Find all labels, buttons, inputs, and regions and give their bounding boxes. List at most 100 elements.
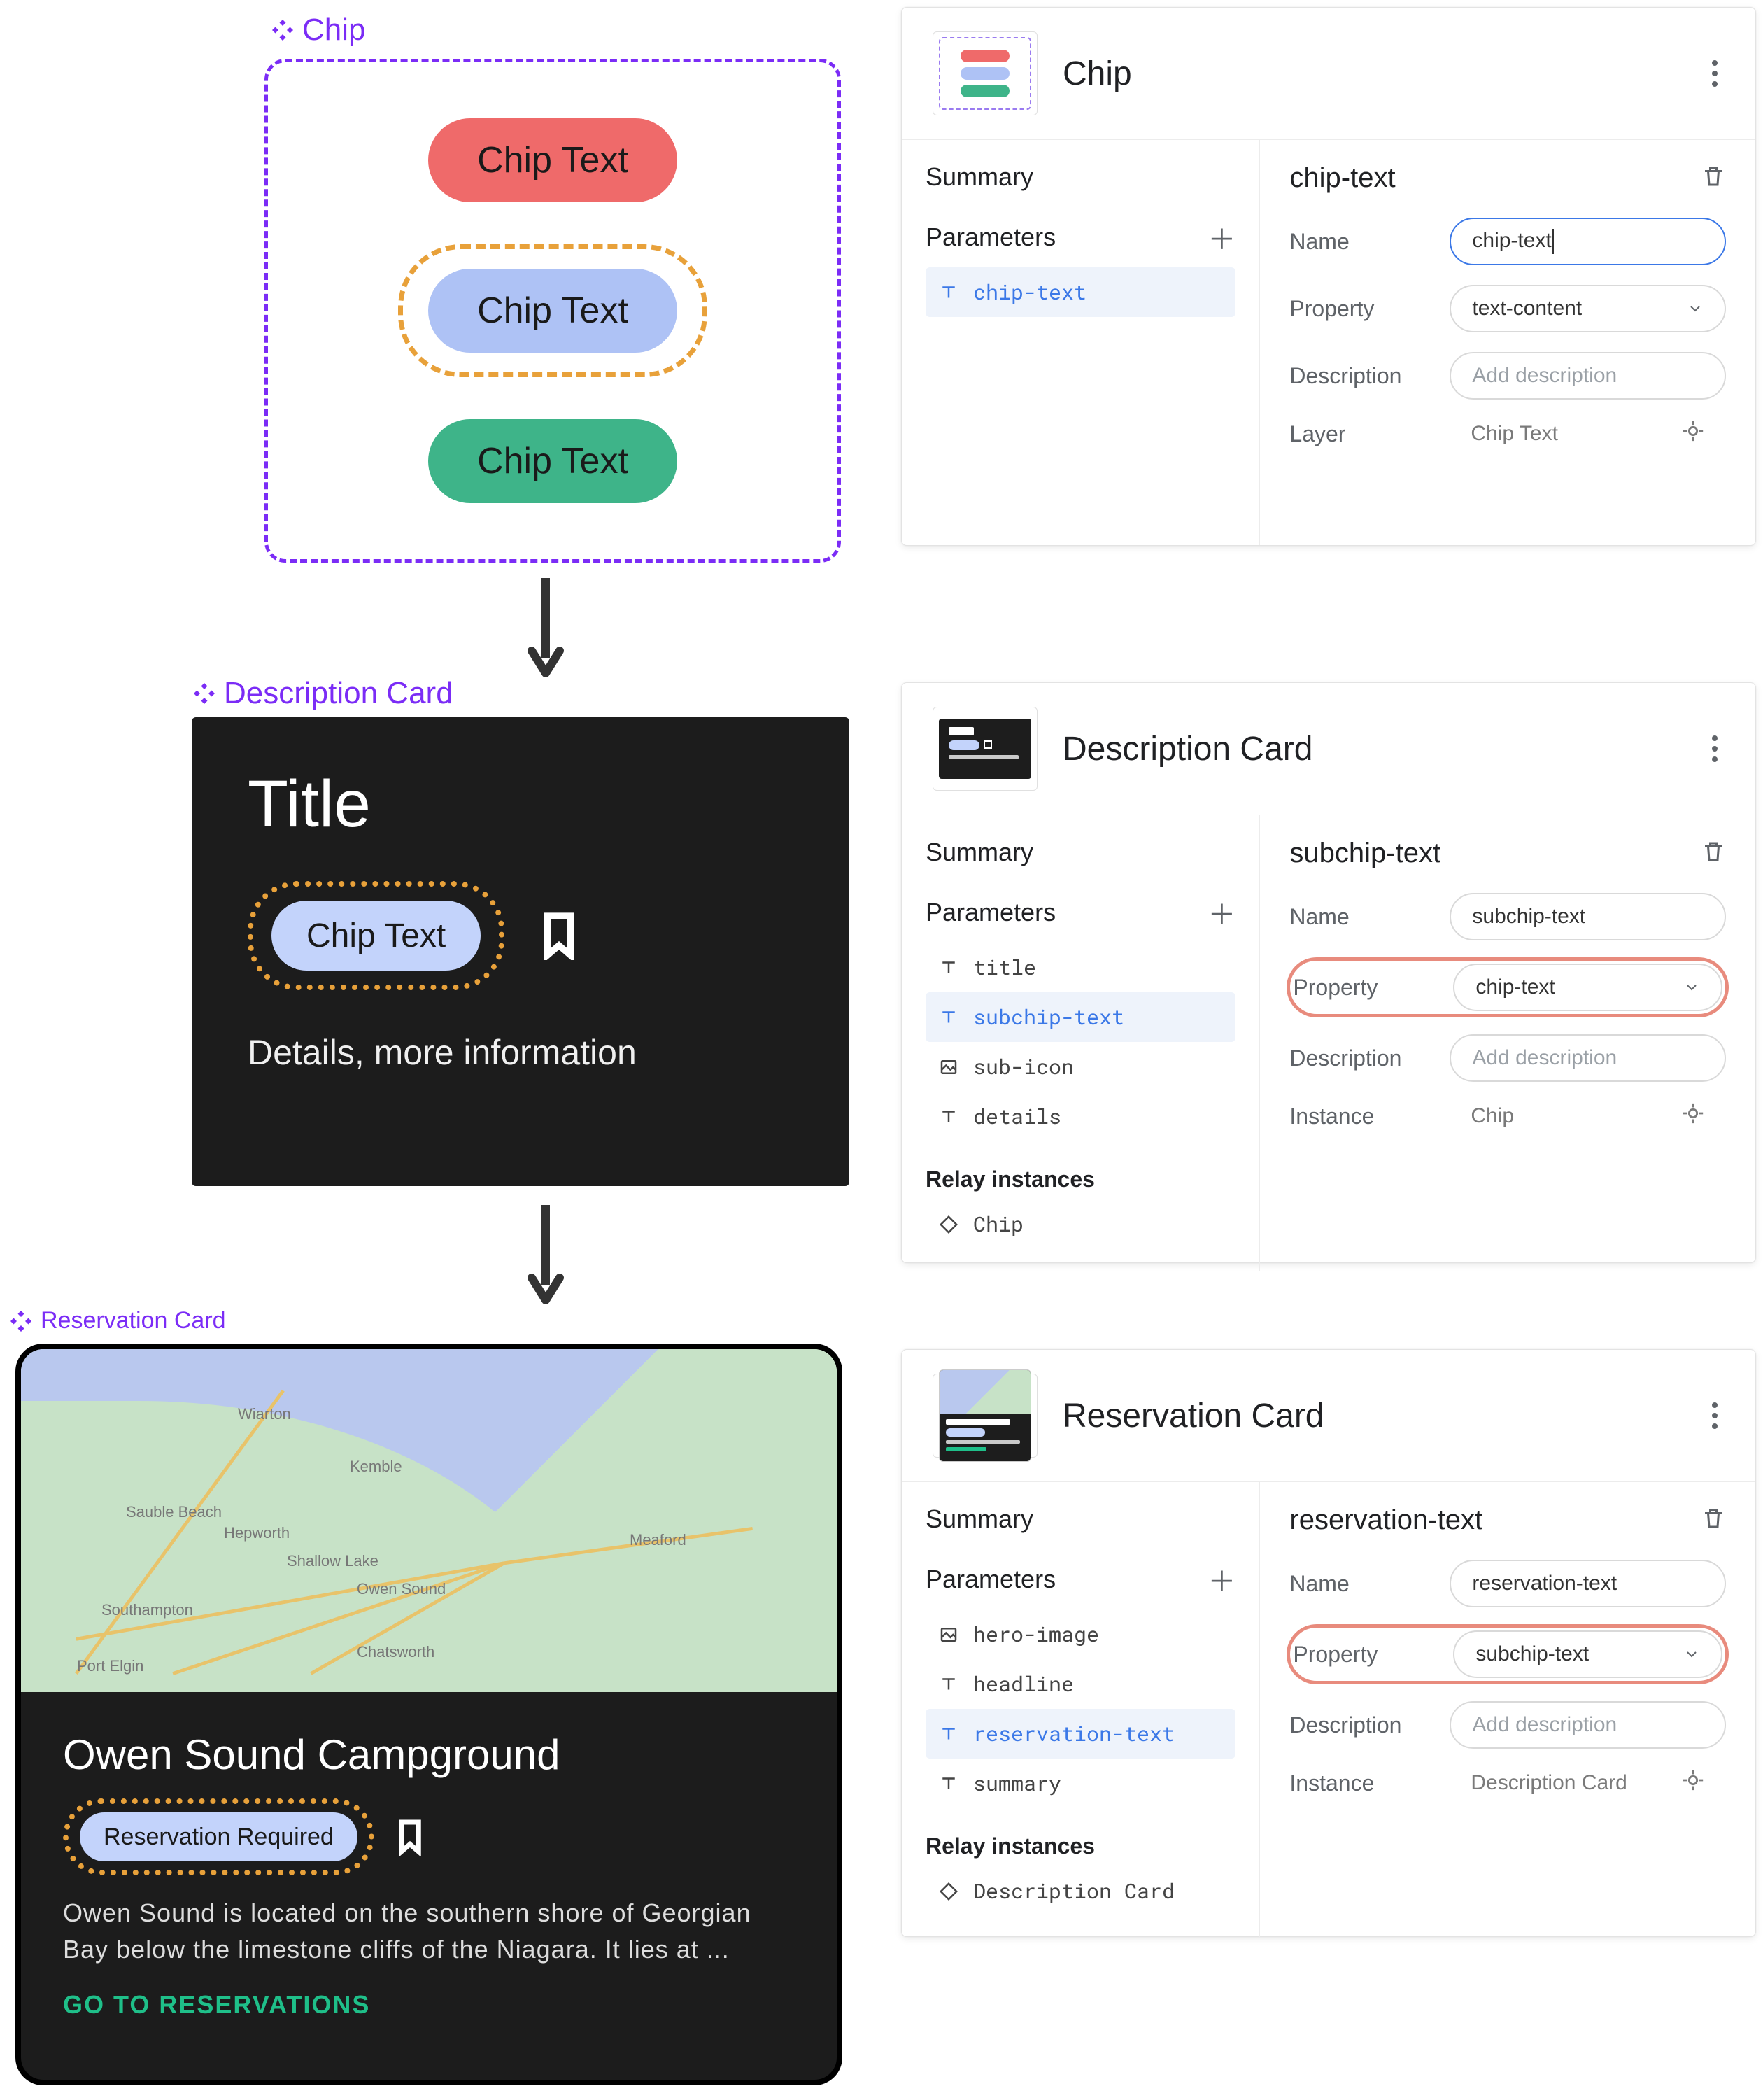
diamond-icon [938,1881,959,1902]
map-place: Wiarton [238,1405,291,1423]
description-label: Description [1289,1712,1426,1738]
chip-component-frame: Chip Text Chip Text Chip Text [264,59,841,563]
reservation-summary: Owen Sound is located on the southern sh… [63,1895,795,1968]
parameter-name: reservation-text [973,1720,1175,1747]
diamond-icon [938,1214,959,1235]
property-select[interactable]: chip-text [1453,964,1722,1011]
description-input[interactable]: Add description [1450,352,1726,400]
locate-layer-button[interactable] [1681,419,1705,449]
chip-variant-green: Chip Text [428,419,677,503]
text-icon [938,1674,959,1695]
reservation-card-panel-thumbnail [933,1374,1038,1458]
reservation-chip: Reservation Required [80,1812,357,1861]
reservation-card-inspector-panel: Reservation Card Summary Parameters ＋ he… [901,1349,1756,1937]
parameter-item[interactable]: title [926,943,1235,992]
locate-instance-button[interactable] [1681,1101,1705,1131]
description-card-title: Title [248,766,793,843]
add-parameter-button[interactable]: ＋ [1208,1559,1235,1600]
relay-instance-item[interactable]: Description Card [926,1866,1235,1916]
parameters-heading: Parameters [926,223,1056,252]
component-icon [8,1309,34,1334]
instance-label: Instance [1289,1770,1426,1796]
relay-instance-item[interactable]: Chip [926,1199,1235,1249]
parameters-heading: Parameters [926,1565,1056,1594]
detail-heading: subchip-text [1289,838,1440,869]
component-icon [270,17,295,43]
arrow-down-icon [523,574,568,679]
arrow-down-icon [523,1201,568,1306]
locate-instance-button[interactable] [1681,1768,1705,1798]
text-icon [938,1773,959,1794]
parameter-item[interactable]: hero-image [926,1609,1235,1659]
name-input[interactable]: subchip-text [1450,893,1726,940]
name-label: Name [1289,904,1426,930]
panel-more-menu[interactable] [1705,735,1725,762]
summary-heading[interactable]: Summary [926,838,1235,867]
panel-more-menu[interactable] [1705,60,1725,87]
delete-button[interactable] [1701,164,1726,192]
map-place: Chatsworth [357,1643,434,1661]
add-parameter-button[interactable]: ＋ [1208,892,1235,933]
summary-heading[interactable]: Summary [926,162,1235,192]
chip-text: Chip Text [306,917,446,955]
delete-button[interactable] [1701,839,1726,868]
parameter-name: subchip-text [973,1003,1124,1031]
image-icon [938,1057,959,1078]
panel-sidebar: Summary Parameters ＋ chip-text [902,140,1260,545]
add-parameter-button[interactable]: ＋ [1208,217,1235,258]
relay-instances-heading: Relay instances [926,1167,1235,1192]
parameter-name: details [973,1103,1061,1130]
parameter-item[interactable]: details [926,1092,1235,1141]
detail-heading: chip-text [1289,162,1395,194]
chip-variant-red: Chip Text [428,118,677,202]
parameter-item[interactable]: summary [926,1759,1235,1808]
parameter-item[interactable]: chip-text [926,267,1235,317]
delete-button[interactable] [1701,1506,1726,1535]
chip-selection-outline: Reservation Required [63,1798,374,1875]
parameter-name: sub-icon [973,1053,1074,1080]
parameter-item[interactable]: headline [926,1659,1235,1709]
panel-details: chip-text Name chip-text Property text-c… [1260,140,1755,545]
chevron-down-icon [1683,979,1700,996]
panel-title: Reservation Card [1063,1397,1680,1435]
layer-label: Layer [1289,421,1426,447]
panel-details: subchip-text Name subchip-text Property … [1260,815,1755,1271]
property-label: Property [1293,975,1429,1001]
chip-selection-outline: Chip Text [398,244,707,377]
instance-label: Instance [1289,1104,1426,1129]
parameter-name: title [973,954,1036,981]
relay-instance-name: Chip [973,1211,1024,1238]
parameter-item[interactable]: subchip-text [926,992,1235,1042]
text-icon [938,957,959,978]
summary-heading[interactable]: Summary [926,1504,1235,1534]
text-icon [938,1106,959,1127]
chip-inspector-panel: Chip Summary Parameters ＋ chip-text chip… [901,7,1756,546]
description-input[interactable]: Add description [1450,1701,1726,1749]
chevron-down-icon [1687,300,1704,317]
panel-more-menu[interactable] [1705,1402,1725,1429]
description-card-panel-thumbnail [933,707,1038,791]
property-label: Property [1289,296,1426,322]
parameter-item[interactable]: reservation-text [926,1709,1235,1759]
chip-text: Chip Text [477,290,628,332]
hero-map-image: Wiarton Kemble Sauble Beach Hepworth Sha… [21,1349,837,1692]
name-input[interactable]: chip-text [1450,218,1726,265]
text-icon [938,1724,959,1745]
detail-heading: reservation-text [1289,1504,1482,1536]
diagram-stage: Chip Chip Text Chip Text Chip Text Descr… [0,0,1763,2100]
property-select[interactable]: text-content [1450,285,1726,332]
instance-value: Description Card [1450,1768,1726,1798]
name-input[interactable]: reservation-text [1450,1560,1726,1607]
property-select[interactable]: subchip-text [1453,1630,1722,1678]
reservation-cta-link[interactable]: GO TO RESERVATIONS [63,1990,795,2020]
panel-title: Chip [1063,55,1680,93]
reservation-card-component-label: Reservation Card [8,1307,226,1334]
text-icon [938,1007,959,1028]
parameter-item[interactable]: sub-icon [926,1042,1235,1092]
description-card-component-label: Description Card [192,676,453,711]
map-place: Kemble [350,1458,402,1476]
chip-component-label: Chip [270,13,366,48]
name-label: Name [1289,1571,1426,1597]
description-input[interactable]: Add description [1450,1034,1726,1082]
description-label: Description [1289,1045,1426,1071]
